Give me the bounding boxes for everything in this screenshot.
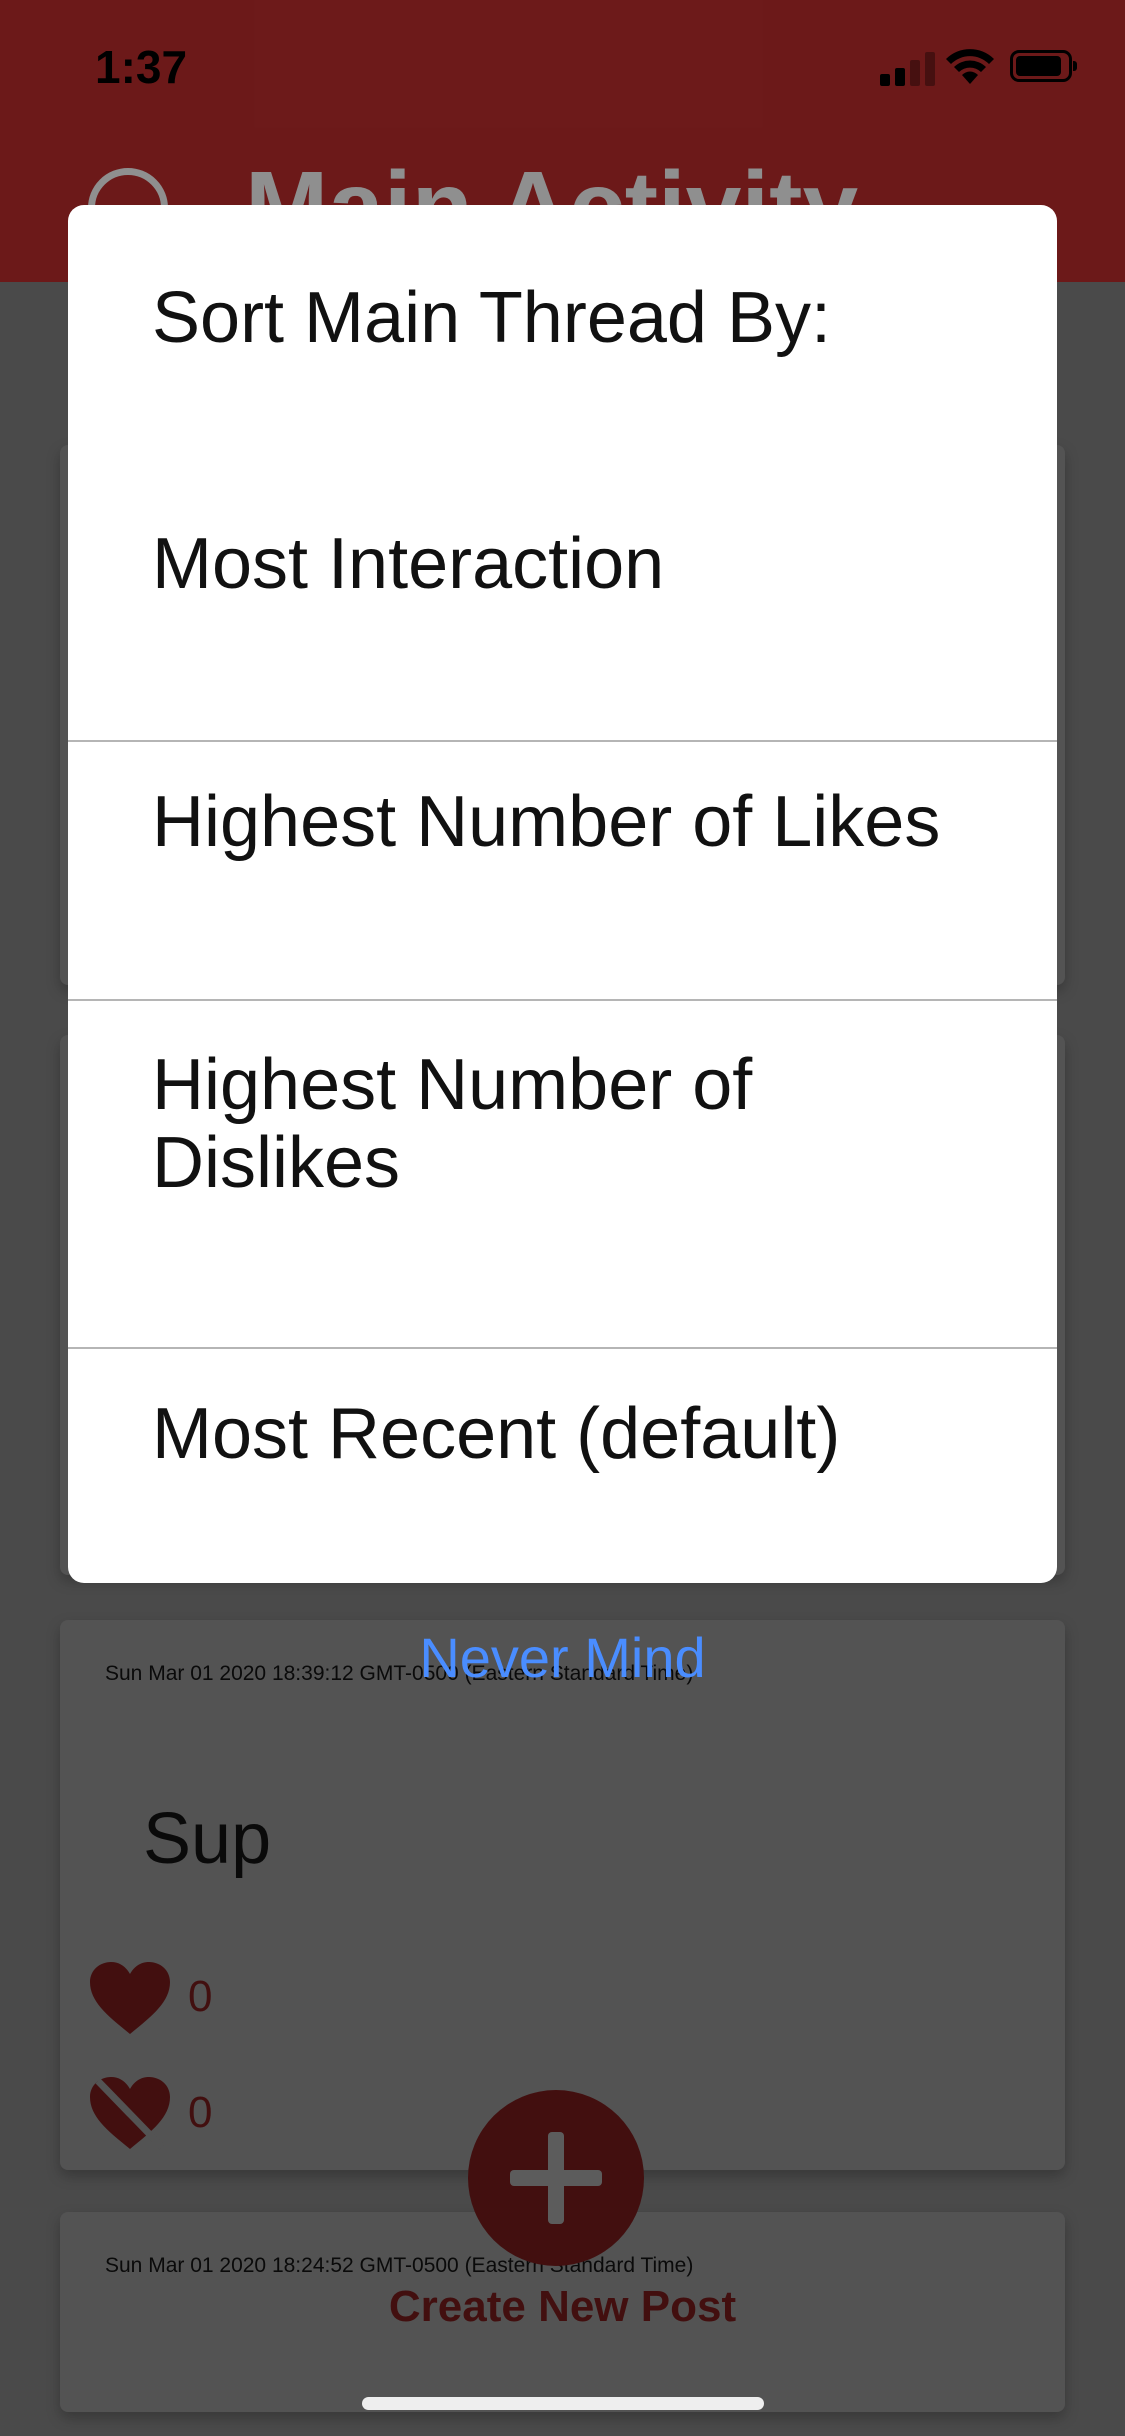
option-label: Highest Number of Dislikes xyxy=(152,1045,753,1203)
sort-option-highest-likes[interactable]: Highest Number of Likes xyxy=(68,742,1057,999)
sort-option-highest-dislikes[interactable]: Highest Number of Dislikes xyxy=(68,1001,1057,1347)
sort-option-most-recent[interactable]: Most Recent (default) xyxy=(68,1349,1057,1583)
home-indicator[interactable] xyxy=(362,2397,764,2410)
screen: 1:37 Main Activity Sun Mar 01 2020 18:39… xyxy=(0,0,1125,2436)
never-mind-button[interactable]: Never Mind xyxy=(0,1625,1125,1690)
option-label: Highest Number of Likes xyxy=(152,782,941,862)
sort-dialog: Sort Main Thread By: Most Interaction Hi… xyxy=(68,205,1057,1583)
option-label: Most Interaction xyxy=(152,524,665,604)
dialog-title: Sort Main Thread By: xyxy=(152,278,831,358)
option-label: Most Recent (default) xyxy=(152,1394,841,1474)
